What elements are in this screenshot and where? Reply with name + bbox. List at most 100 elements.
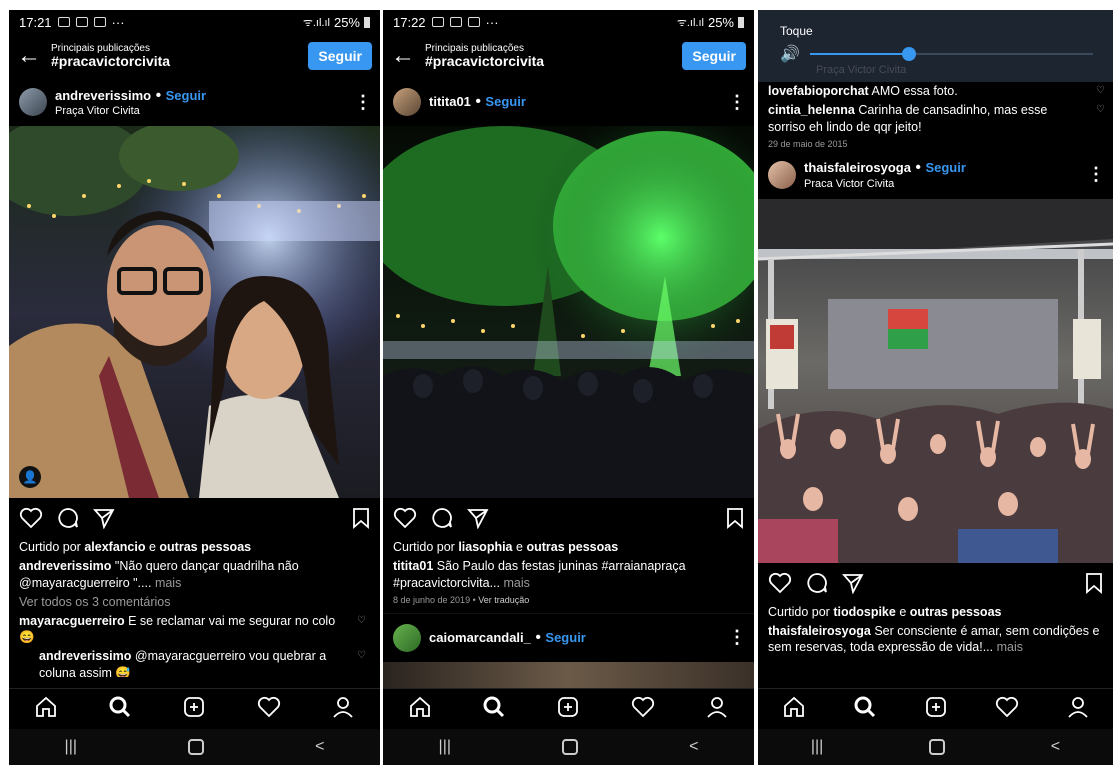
post-username[interactable]: titita01: [429, 94, 471, 109]
follow-user-link[interactable]: Seguir: [925, 160, 965, 175]
back-button-icon[interactable]: <: [689, 738, 698, 756]
image-notification-icon: [431, 17, 444, 27]
like-heart-icon[interactable]: [19, 507, 43, 529]
tagged-people-icon[interactable]: 👤: [19, 466, 41, 488]
system-nav-bar: ||| <: [383, 729, 754, 765]
comment-icon[interactable]: [431, 507, 453, 529]
comment-like-icon[interactable]: ♡: [1096, 84, 1105, 98]
share-send-icon[interactable]: [93, 507, 115, 529]
phone-screen-2: 17:22 ··· ᯤ.ıl.ıl 25% ← Principais publi…: [383, 10, 754, 765]
post-location[interactable]: Praça Vitor Civita: [55, 105, 354, 118]
avatar[interactable]: [393, 623, 421, 652]
post-date: 8 de junho de 2019 • Ver tradução: [393, 594, 530, 605]
liked-by: Curtido por tiodospike e outras pessoas: [768, 604, 1002, 619]
recent-apps-icon[interactable]: |||: [811, 738, 823, 756]
comment: lovefabioporchat AMO essa foto. ♡: [768, 84, 1105, 98]
caption-more-link[interactable]: mais: [503, 576, 529, 590]
more-options-icon[interactable]: ⋮: [354, 92, 372, 113]
comment-username[interactable]: cintia_helenna: [768, 103, 855, 117]
more-options-icon[interactable]: ⋮: [728, 92, 746, 113]
post-location[interactable]: Praca Victor Civita: [804, 178, 1087, 191]
avatar[interactable]: [768, 160, 796, 189]
post-username[interactable]: andreverissimo: [55, 88, 151, 103]
comment-username[interactable]: lovefabioporchat: [768, 84, 869, 98]
heart-icon[interactable]: [631, 696, 655, 723]
more-options-icon[interactable]: ⋮: [1087, 164, 1105, 185]
add-icon[interactable]: [182, 695, 206, 724]
comment-icon[interactable]: [57, 507, 79, 529]
search-icon[interactable]: [108, 695, 132, 724]
comment-like-icon[interactable]: ♡: [1096, 103, 1105, 117]
back-button-icon[interactable]: <: [1051, 738, 1060, 756]
yoga-class-image: [758, 198, 1113, 563]
liked-by-others[interactable]: outras pessoas: [910, 605, 1002, 619]
post-username[interactable]: thaisfaleirosyoga: [804, 160, 911, 175]
add-icon[interactable]: [924, 695, 948, 724]
home-button-icon[interactable]: [562, 739, 579, 755]
header-hashtag: #pracavictorcivita: [425, 52, 545, 69]
post-photo[interactable]: [383, 126, 754, 498]
follow-hashtag-button[interactable]: Seguir: [682, 42, 746, 70]
bookmark-icon[interactable]: [1085, 572, 1103, 594]
post-photo[interactable]: [758, 198, 1113, 563]
phone-screen-1: 17:21 ··· ᯤ.ıl.ıl 25% ← Principais publi…: [9, 10, 380, 765]
follow-user-link[interactable]: Seguir: [545, 630, 585, 645]
like-heart-icon[interactable]: [393, 507, 417, 529]
back-arrow-icon[interactable]: ←: [17, 42, 51, 70]
bookmark-icon[interactable]: [352, 507, 370, 529]
post-photo[interactable]: 👤: [9, 126, 380, 498]
home-button-icon[interactable]: [188, 739, 205, 755]
volume-slider-thumb[interactable]: [902, 47, 917, 61]
caption-username[interactable]: thaisfaleirosyoga: [768, 624, 871, 638]
caption-more-link[interactable]: mais: [155, 576, 181, 590]
liked-by-user[interactable]: liasophia: [458, 540, 512, 554]
see-translation-link[interactable]: Ver tradução: [478, 595, 529, 605]
share-send-icon[interactable]: [467, 507, 489, 529]
view-all-comments-link[interactable]: Ver todos os 3 comentários: [9, 593, 380, 612]
post-actions: [9, 498, 380, 538]
add-icon[interactable]: [556, 695, 580, 724]
avatar[interactable]: [19, 88, 47, 116]
liked-by-user[interactable]: alexfancio: [84, 540, 145, 554]
system-nav-bar: ||| <: [758, 729, 1113, 765]
heart-icon[interactable]: [257, 696, 281, 723]
caption-username[interactable]: andreverissimo: [19, 559, 111, 573]
caption-username[interactable]: titita01: [393, 559, 433, 573]
comment-username[interactable]: mayaracguerreiro: [19, 614, 125, 628]
speaker-icon[interactable]: 🔊: [780, 44, 800, 64]
like-heart-icon[interactable]: [768, 572, 792, 594]
back-button-icon[interactable]: <: [315, 738, 324, 756]
search-icon[interactable]: [853, 695, 877, 724]
liked-by-user[interactable]: tiodospike: [833, 605, 896, 619]
avatar[interactable]: [393, 88, 421, 116]
home-button-icon[interactable]: [929, 739, 946, 755]
heart-icon[interactable]: [995, 696, 1019, 723]
comment-like-icon[interactable]: ♡: [357, 614, 366, 628]
comment-icon[interactable]: [806, 572, 828, 594]
liked-by-others[interactable]: outras pessoas: [526, 540, 618, 554]
share-send-icon[interactable]: [842, 572, 864, 594]
post-caption: titita01 São Paulo das festas juninas #a…: [393, 558, 686, 590]
profile-icon[interactable]: [1066, 695, 1090, 724]
follow-user-link[interactable]: Seguir: [485, 94, 525, 109]
comment-like-icon[interactable]: ♡: [357, 649, 366, 663]
more-options-icon[interactable]: ⋮: [728, 627, 746, 648]
volume-slider[interactable]: [810, 47, 1093, 61]
profile-icon[interactable]: [331, 695, 355, 724]
recent-apps-icon[interactable]: |||: [439, 738, 451, 756]
recent-apps-icon[interactable]: |||: [65, 738, 77, 756]
profile-icon[interactable]: [705, 695, 729, 724]
back-arrow-icon[interactable]: ←: [391, 42, 425, 70]
home-icon[interactable]: [34, 695, 58, 724]
follow-user-link[interactable]: Seguir: [166, 88, 206, 103]
bookmark-icon[interactable]: [726, 507, 744, 529]
liked-by-others[interactable]: outras pessoas: [159, 540, 251, 554]
status-time: 17:21: [19, 14, 52, 30]
comment-username[interactable]: andreverissimo: [39, 649, 131, 663]
post-username[interactable]: caiomarcandali_: [429, 630, 531, 645]
search-icon[interactable]: [482, 695, 506, 724]
follow-hashtag-button[interactable]: Seguir: [308, 42, 372, 70]
home-icon[interactable]: [782, 695, 806, 724]
caption-more-link[interactable]: mais: [997, 640, 1023, 654]
home-icon[interactable]: [408, 695, 432, 724]
